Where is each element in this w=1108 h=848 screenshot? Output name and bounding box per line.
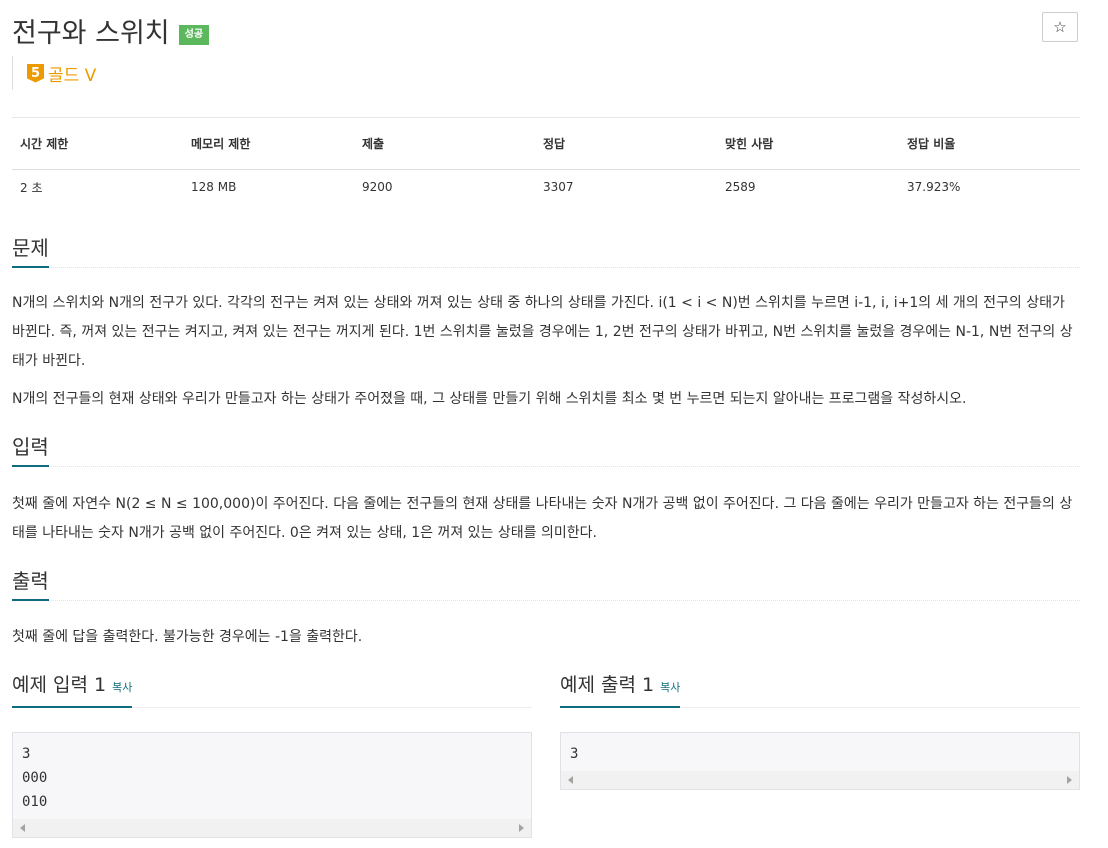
problem-title: 전구와 스위치 — [12, 17, 170, 49]
info-table-header-row: 시간 제한 메모리 제한 제출 정답 맞힌 사람 정답 비율 — [12, 117, 1080, 170]
header-memory-limit: 메모리 제한 — [183, 117, 354, 170]
header-solved-users: 맞힌 사람 — [717, 117, 899, 170]
sample-output-copy-button[interactable]: 복사 — [660, 681, 680, 694]
scroll-left-arrow-icon[interactable] — [20, 824, 25, 832]
scroll-right-arrow-icon[interactable] — [519, 824, 524, 832]
output-paragraph-1: 첫째 줄에 답을 출력한다. 불가능한 경우에는 -1을 출력한다. — [12, 629, 363, 645]
value-memory-limit: 128 MB — [191, 180, 237, 194]
problem-tier: 5 골드 V — [12, 56, 96, 90]
output-headline-wrap: 출력 — [12, 567, 1080, 601]
sample-input-headline-wrap: 예제 입력 1 복사 — [12, 672, 532, 708]
description-body: N개의 스위치와 N개의 전구가 있다. 각각의 전구는 켜져 있는 상태와 꺼… — [12, 268, 1080, 414]
value-solved-users[interactable]: 2589 — [717, 170, 899, 205]
description-headline-wrap: 문제 — [12, 234, 1080, 268]
sample-output-scrollbar[interactable] — [561, 771, 1079, 789]
output-section: 출력 첫째 줄에 답을 출력한다. 불가능한 경우에는 -1을 출력한다. — [12, 567, 1080, 652]
value-submissions[interactable]: 9200 — [354, 170, 535, 205]
description-paragraph-1: N개의 스위치와 N개의 전구가 있다. 각각의 전구는 켜져 있는 상태와 꺼… — [12, 295, 1073, 369]
sample-input-title: 예제 입력 1 — [12, 674, 107, 696]
sample-input-headline: 예제 입력 1 복사 — [12, 673, 133, 708]
sample-output-headline-wrap: 예제 출력 1 복사 — [560, 672, 1080, 708]
star-icon: ☆ — [1053, 18, 1067, 36]
value-time-limit: 2 초 — [20, 180, 43, 195]
sample-input-content[interactable]: 3 000 010 — [13, 733, 531, 819]
info-table-row: 2 초 128 MB 9200 3307 2589 37.923% — [12, 170, 1080, 205]
problem-info-table: 시간 제한 메모리 제한 제출 정답 맞힌 사람 정답 비율 2 초 128 M… — [12, 117, 1080, 204]
scroll-right-arrow-icon[interactable] — [1067, 776, 1072, 784]
description-section: 문제 N개의 스위치와 N개의 전구가 있다. 각각의 전구는 켜져 있는 상태… — [12, 234, 1080, 414]
header-submissions: 제출 — [354, 117, 535, 170]
sample-output-title: 예제 출력 1 — [560, 674, 655, 696]
header-accept-ratio: 정답 비율 — [899, 117, 1080, 170]
sample-input-scrollbar[interactable] — [13, 819, 531, 837]
sample-input-box[interactable]: 3 000 010 — [12, 732, 532, 838]
output-body: 첫째 줄에 답을 출력한다. 불가능한 경우에는 -1을 출력한다. — [12, 601, 1080, 652]
sample-output-headline: 예제 출력 1 복사 — [560, 673, 681, 708]
value-accepted: 3307 — [543, 180, 574, 194]
description-paragraph-2: N개의 전구들의 현재 상태와 우리가 만들고자 하는 상태가 주어졌을 때, … — [12, 391, 967, 407]
value-accept-ratio: 37.923% — [907, 180, 961, 194]
sample-output-box[interactable]: 3 — [560, 732, 1080, 790]
sample-input-copy-button[interactable]: 복사 — [112, 681, 132, 694]
problem-header: 전구와 스위치 성공 — [12, 10, 210, 50]
input-headline-wrap: 입력 — [12, 433, 1080, 467]
tier-badge-icon: 5 — [27, 63, 44, 83]
favorite-star-button[interactable]: ☆ — [1042, 12, 1078, 42]
scroll-left-arrow-icon[interactable] — [568, 776, 573, 784]
output-headline: 출력 — [12, 569, 49, 601]
input-body: 첫째 줄에 자연수 N(2 ≤ N ≤ 100,000)이 주어진다. 다음 줄… — [12, 467, 1080, 548]
result-badge: 성공 — [178, 25, 210, 45]
input-section: 입력 첫째 줄에 자연수 N(2 ≤ N ≤ 100,000)이 주어진다. 다… — [12, 433, 1080, 548]
input-headline: 입력 — [12, 435, 49, 467]
header-time-limit: 시간 제한 — [12, 117, 183, 170]
sample-output-section: 예제 출력 1 복사 3 — [560, 672, 1080, 790]
tier-label: 골드 V — [48, 65, 97, 86]
input-paragraph-1: 첫째 줄에 자연수 N(2 ≤ N ≤ 100,000)이 주어진다. 다음 줄… — [12, 496, 1073, 541]
description-headline: 문제 — [12, 236, 49, 268]
header-accepted: 정답 — [535, 117, 717, 170]
sample-output-content[interactable]: 3 — [561, 733, 1079, 771]
sample-input-section: 예제 입력 1 복사 3 000 010 — [12, 672, 532, 838]
